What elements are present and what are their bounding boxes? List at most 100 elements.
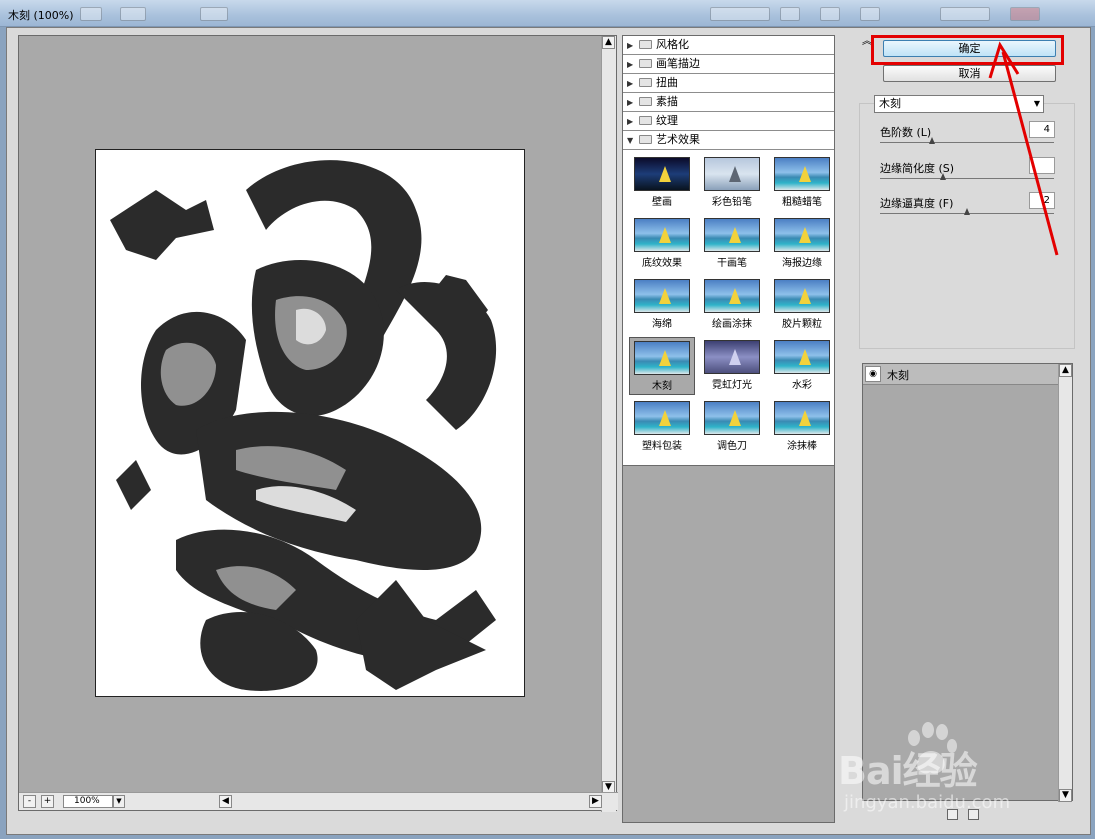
collapsed-triangle-icon[interactable]: ▶ (627, 94, 637, 112)
ok-button-highlight-box (871, 35, 1064, 65)
background-app-toolbar (80, 4, 1040, 24)
filter-thumbnail[interactable]: 海绵 (629, 276, 695, 334)
param-slider-track[interactable] (880, 142, 1054, 143)
filter-thumbnail[interactable]: 霓虹灯光 (699, 337, 765, 395)
filter-thumbnail[interactable]: 塑料包装 (629, 398, 695, 456)
filter-select[interactable]: 木刻 ▼ (874, 95, 1044, 113)
filter-thumbnail[interactable]: 干画笔 (699, 215, 765, 273)
filter-preview-image (704, 401, 760, 435)
preview-horizontal-scrollbar[interactable]: - + 100% ▼ ◀ ▶ (19, 792, 618, 810)
collapsed-triangle-icon[interactable]: ▶ (627, 113, 637, 131)
filter-thumbnail-grid: 壁画 彩色铅笔 粗糙蜡笔底纹效果 干画笔 海报边缘海绵 绘画涂抹 胶片颗粒木刻 霓虹灯光 水彩塑… (623, 150, 834, 466)
filter-preview-image (634, 279, 690, 313)
expanded-triangle-icon[interactable]: ▼ (627, 132, 637, 150)
filter-category-0[interactable]: ▶ 风格化 (623, 36, 834, 55)
collapsed-triangle-icon[interactable]: ▶ (627, 75, 637, 93)
watermark-url: jingyan.baidu.com (844, 792, 1011, 813)
filter-preview-image (774, 401, 830, 435)
effect-layer-row[interactable]: ◉ 木刻 (863, 364, 1060, 385)
filter-category-3[interactable]: ▶ 素描 (623, 93, 834, 112)
param-label: 边缘逼真度 (F) (880, 197, 954, 210)
scroll-up-icon[interactable]: ▲ (602, 36, 615, 49)
param-slider-thumb[interactable] (964, 208, 970, 215)
filter-thumbnail[interactable]: 彩色铅笔 (699, 154, 765, 212)
folder-icon (639, 40, 652, 49)
filter-category-label: 艺术效果 (656, 133, 700, 146)
collapsed-triangle-icon[interactable]: ▶ (627, 56, 637, 74)
preview-area[interactable]: ▲ ▼ - + 100% ▼ ◀ ▶ (18, 35, 618, 812)
param-value-field[interactable]: 2 (1029, 192, 1055, 209)
scroll-down-icon[interactable]: ▼ (1059, 789, 1072, 802)
filter-preview-image (704, 157, 760, 191)
cancel-button[interactable]: 取消 (883, 65, 1056, 82)
zoom-level-field[interactable]: 100% (63, 795, 113, 808)
filter-thumbnail[interactable]: 调色刀 (699, 398, 765, 456)
title-bar: 木刻 (100%) (0, 0, 1095, 27)
filter-preview-image (634, 157, 690, 191)
filter-preview-image (774, 340, 830, 374)
filter-label: 绘画涂抹 (712, 319, 752, 330)
filter-gallery-panel: ▶ 风格化 ▶ 画笔描边 ▶ 扭曲 ▶ 素描 ▶ 纹理 ▼ 艺术效果 壁画 彩色铅笔 粗糙蜡笔底纹效果 干画… (622, 35, 835, 823)
param-slider-thumb[interactable] (929, 137, 936, 144)
filter-label: 调色刀 (717, 441, 747, 452)
scroll-left-icon[interactable]: ◀ (219, 795, 232, 808)
filter-preview-image (704, 279, 760, 313)
filter-preview-image (774, 218, 830, 252)
filter-thumbnail[interactable]: 胶片颗粒 (769, 276, 835, 334)
filter-gallery-dialog: ▲ ▼ - + 100% ▼ ◀ ▶ ▶ 风格化 ▶ 画笔描边 ▶ 扭曲 ▶ 素描 ▶ 纹理 ▼ 艺术… (6, 27, 1091, 835)
filter-category-5[interactable]: ▼ 艺术效果 (623, 131, 834, 150)
param-label: 色阶数 (L) (880, 126, 932, 139)
filter-label: 塑料包装 (642, 441, 682, 452)
preview-image (95, 149, 525, 697)
filter-category-label: 扭曲 (656, 76, 678, 89)
filter-label: 粗糙蜡笔 (782, 197, 822, 208)
filter-thumbnail[interactable]: 海报边缘 (769, 215, 835, 273)
filter-preview-image (634, 218, 690, 252)
filter-thumbnail[interactable]: 水彩 (769, 337, 835, 395)
zoom-in-button[interactable]: + (41, 795, 54, 808)
param-row: 色阶数 (L) 4 (880, 121, 1055, 158)
collapsed-triangle-icon[interactable]: ▶ (627, 37, 637, 55)
dragon-woodcut-image (110, 160, 497, 691)
filter-category-4[interactable]: ▶ 纹理 (623, 112, 834, 131)
folder-icon (639, 97, 652, 106)
filter-thumbnail[interactable]: 绘画涂抹 (699, 276, 765, 334)
filter-category-1[interactable]: ▶ 画笔描边 (623, 55, 834, 74)
filter-label: 底纹效果 (642, 258, 682, 269)
zoom-out-button[interactable]: - (23, 795, 36, 808)
folder-icon (639, 116, 652, 125)
filter-thumbnail[interactable]: 涂抹棒 (769, 398, 835, 456)
param-value-field[interactable]: 4 (1029, 121, 1055, 138)
param-row: 边缘简化度 (S) (880, 157, 1055, 194)
layers-vertical-scrollbar[interactable]: ▲ ▼ (1058, 364, 1072, 802)
baidu-jingyan-watermark: Bai经验 jingyan.baidu.com (838, 720, 1038, 820)
filter-category-label: 素描 (656, 95, 678, 108)
filter-category-label: 画笔描边 (656, 57, 700, 70)
filter-category-label: 风格化 (656, 38, 689, 51)
filter-thumbnail[interactable]: 木刻 (629, 337, 695, 395)
filter-preview-image (774, 157, 830, 191)
filter-thumbnail[interactable]: 底纹效果 (629, 215, 695, 273)
zoom-dropdown-icon[interactable]: ▼ (113, 795, 125, 808)
filter-select-value: 木刻 (879, 97, 901, 110)
eye-icon[interactable]: ◉ (865, 366, 881, 382)
filter-preview-image (634, 401, 690, 435)
preview-vertical-scrollbar[interactable]: ▲ ▼ (601, 36, 616, 812)
param-slider-thumb[interactable] (939, 173, 946, 180)
filter-label: 海报边缘 (782, 258, 822, 269)
filter-category-label: 纹理 (656, 114, 678, 127)
filter-label: 木刻 (652, 381, 672, 392)
filter-preview-image (704, 340, 760, 374)
scroll-right-icon[interactable]: ▶ (589, 795, 602, 808)
folder-icon (639, 59, 652, 68)
scroll-up-icon[interactable]: ▲ (1059, 364, 1072, 377)
filter-label: 胶片颗粒 (782, 319, 822, 330)
chevron-down-icon: ▼ (1033, 99, 1040, 108)
filter-thumbnail[interactable]: 粗糙蜡笔 (769, 154, 835, 212)
watermark-logo: Bai经验 (838, 749, 978, 793)
filter-thumbnail[interactable]: 壁画 (629, 154, 695, 212)
param-slider-track[interactable] (880, 178, 1054, 179)
filter-label: 水彩 (792, 380, 812, 391)
filter-category-2[interactable]: ▶ 扭曲 (623, 74, 834, 93)
param-value-field[interactable] (1029, 157, 1055, 174)
